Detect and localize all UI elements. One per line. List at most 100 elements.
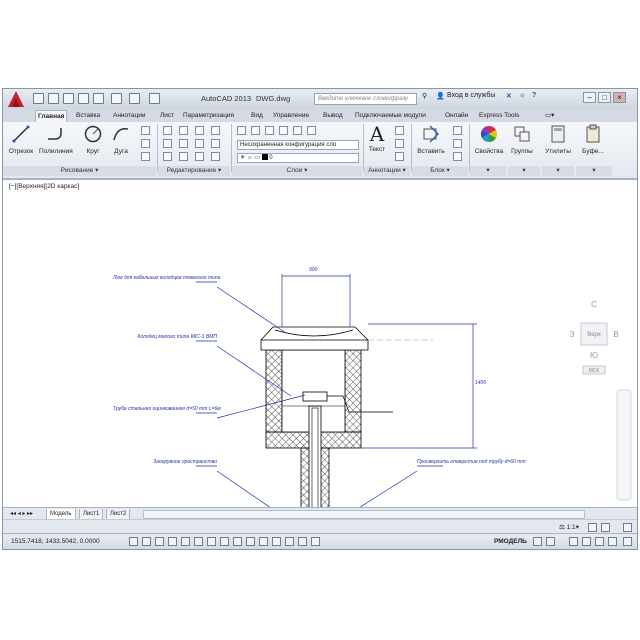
tab-manage[interactable]: Управление bbox=[271, 110, 311, 122]
viewcube[interactable]: Верх С Ю З В МСК bbox=[570, 300, 619, 375]
infer-constraints-icon[interactable] bbox=[129, 537, 138, 546]
ribbon-minimize-icon[interactable]: ▭▾ bbox=[543, 110, 556, 122]
selection-cycling-icon[interactable] bbox=[298, 537, 307, 546]
arc-tool-button[interactable]: Дуга bbox=[105, 124, 137, 155]
layer-properties-icon[interactable] bbox=[237, 126, 246, 135]
clean-screen-icon[interactable] bbox=[608, 537, 617, 546]
viewcube-east[interactable]: В bbox=[613, 330, 618, 339]
autoscale-icon[interactable] bbox=[601, 523, 610, 532]
wcs-label[interactable]: МСК bbox=[589, 368, 600, 374]
undo-icon[interactable] bbox=[111, 93, 122, 104]
fillet-icon[interactable] bbox=[195, 139, 204, 148]
array-icon[interactable] bbox=[195, 152, 204, 161]
insert-block-button[interactable]: Вставить bbox=[413, 124, 449, 155]
save-icon[interactable] bbox=[63, 93, 74, 104]
properties-panel-label[interactable]: ▾ bbox=[470, 166, 506, 176]
modify-panel-label[interactable]: Редактирование ▾ bbox=[158, 166, 230, 176]
maximize-button[interactable]: □ bbox=[598, 92, 611, 103]
help-icon[interactable]: ? bbox=[532, 92, 536, 99]
coordinates-readout[interactable]: 1515.7418, 1433.5042, 0.0000 bbox=[11, 538, 100, 545]
ducs-icon[interactable] bbox=[233, 537, 242, 546]
polar-icon[interactable] bbox=[181, 537, 190, 546]
exchange-icon[interactable]: ✕ bbox=[506, 92, 512, 100]
tab-output[interactable]: Вывод bbox=[321, 110, 345, 122]
explode-icon[interactable] bbox=[211, 139, 220, 148]
lineweight-icon[interactable] bbox=[259, 537, 268, 546]
autocad-logo-icon[interactable] bbox=[5, 90, 27, 108]
trim-icon[interactable] bbox=[195, 126, 204, 135]
copy-icon[interactable] bbox=[163, 139, 172, 148]
snap-icon[interactable] bbox=[142, 537, 151, 546]
lock-ui-icon[interactable] bbox=[582, 537, 591, 546]
minimize-button[interactable]: – bbox=[583, 92, 596, 103]
workspace-icon[interactable] bbox=[149, 93, 160, 104]
line-tool-button[interactable]: Отрезок bbox=[5, 124, 37, 155]
vertical-scroll-icon[interactable] bbox=[623, 523, 632, 532]
layer-icon[interactable] bbox=[279, 126, 288, 135]
osnap-icon[interactable] bbox=[194, 537, 203, 546]
tab-annotate[interactable]: Аннотации bbox=[111, 110, 148, 122]
viewcube-south[interactable]: Ю bbox=[590, 351, 598, 360]
viewcube-west[interactable]: З bbox=[570, 330, 575, 339]
draw-panel-label[interactable]: Рисование ▾ bbox=[3, 166, 156, 176]
drawing-canvas[interactable]: [−][Верхняя][2D каркас] Верх С Ю З В МСК… bbox=[3, 179, 637, 507]
stretch-icon[interactable] bbox=[163, 152, 172, 161]
tab-parametric[interactable]: Параметризация bbox=[181, 110, 236, 122]
block-attributes-icon[interactable] bbox=[453, 152, 462, 161]
3d-osnap-icon[interactable] bbox=[207, 537, 216, 546]
close-button[interactable]: × bbox=[613, 92, 626, 103]
groups-panel-label[interactable]: ▾ bbox=[508, 166, 540, 176]
status-menu-icon[interactable] bbox=[623, 537, 632, 546]
create-block-icon[interactable] bbox=[453, 126, 462, 135]
otrack-icon[interactable] bbox=[220, 537, 229, 546]
tab-express-tools[interactable]: Express Tools bbox=[477, 110, 521, 122]
transparency-icon[interactable] bbox=[272, 537, 281, 546]
dimension-icon[interactable] bbox=[395, 126, 404, 135]
mirror-icon[interactable] bbox=[179, 139, 188, 148]
utilities-button[interactable]: Утилиты bbox=[542, 124, 574, 155]
binoculars-icon[interactable]: ⚲ bbox=[422, 92, 427, 100]
search-input[interactable]: Введите ключевое слово/фразу bbox=[314, 93, 417, 105]
tab-online[interactable]: Онлайн bbox=[443, 110, 470, 122]
user-icon[interactable]: 👤 bbox=[436, 92, 445, 100]
quick-view-layouts-icon[interactable] bbox=[533, 537, 542, 546]
layer-icon[interactable] bbox=[307, 126, 316, 135]
rotate-icon[interactable] bbox=[179, 126, 188, 135]
quick-properties-icon[interactable] bbox=[285, 537, 294, 546]
layer-state-combo[interactable]: Несохраненная конфигурация сло bbox=[237, 140, 359, 150]
layer-combo[interactable]: ☀ ☼ ▭ 0 bbox=[237, 153, 359, 163]
ellipse-icon[interactable] bbox=[141, 152, 150, 161]
tab-view[interactable]: Вид bbox=[249, 110, 265, 122]
table-icon[interactable] bbox=[395, 152, 404, 161]
layers-panel-label[interactable]: Слои ▾ bbox=[232, 166, 362, 176]
plot-icon[interactable] bbox=[93, 93, 104, 104]
clipboard-button[interactable]: Буфе... bbox=[578, 124, 608, 155]
save-as-icon[interactable] bbox=[78, 93, 89, 104]
horizontal-scrollbar[interactable] bbox=[143, 510, 585, 519]
rectangle-icon[interactable] bbox=[141, 126, 150, 135]
clipboard-panel-label[interactable]: ▾ bbox=[576, 166, 612, 176]
layer-icon[interactable] bbox=[293, 126, 302, 135]
leader-icon[interactable] bbox=[395, 139, 404, 148]
groups-button[interactable]: Группы bbox=[507, 124, 537, 155]
annotation-panel-label[interactable]: Аннотации ▾ bbox=[364, 166, 410, 176]
navigation-bar[interactable] bbox=[616, 389, 632, 501]
text-tool-button[interactable]: A Текст bbox=[363, 124, 391, 153]
redo-icon[interactable] bbox=[129, 93, 140, 104]
grid-icon[interactable] bbox=[155, 537, 164, 546]
ortho-icon[interactable] bbox=[168, 537, 177, 546]
properties-button[interactable]: Свойства bbox=[471, 124, 507, 155]
connect-icon[interactable]: ☼ bbox=[519, 92, 525, 99]
hatch-icon[interactable] bbox=[141, 139, 150, 148]
edit-block-icon[interactable] bbox=[453, 139, 462, 148]
tab-layout[interactable]: Лист bbox=[158, 110, 176, 122]
workspace-switch-icon[interactable] bbox=[569, 537, 578, 546]
layer-icon[interactable] bbox=[251, 126, 260, 135]
tab-insert[interactable]: Вставка bbox=[74, 110, 102, 122]
tab-plugins[interactable]: Подключаемые модули bbox=[353, 110, 428, 122]
signin-button[interactable]: Вход в службы bbox=[447, 92, 495, 99]
isolate-objects-icon[interactable] bbox=[595, 537, 604, 546]
scale-icon[interactable] bbox=[179, 152, 188, 161]
annotation-visibility-icon[interactable] bbox=[588, 523, 597, 532]
offset-icon[interactable] bbox=[211, 152, 220, 161]
